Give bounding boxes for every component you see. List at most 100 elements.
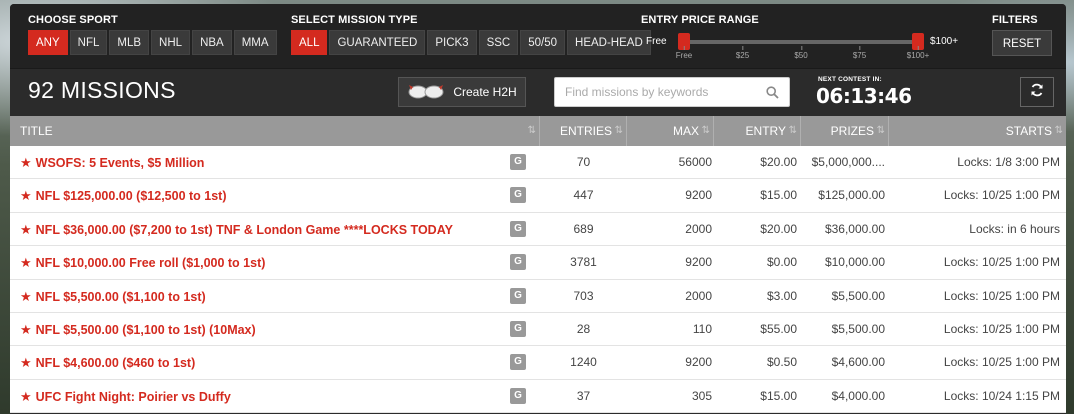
mission-title-cell: ★ UFC Fight Night: Poirier vs Duffy G xyxy=(10,380,540,412)
mission-title-cell: ★ NFL $10,000.00 Free roll ($1,000 to 1st… xyxy=(10,246,540,278)
mission-type-heading: SELECT MISSION TYPE xyxy=(291,14,418,26)
max-cell: 9200 xyxy=(685,188,712,203)
refresh-button[interactable] xyxy=(1020,77,1054,107)
star-icon: ★ xyxy=(20,155,32,170)
g-badge-icon: G xyxy=(510,187,526,204)
table-row[interactable]: ★ UFC Fight Night: Poirier vs Duffy G 37 305… xyxy=(10,379,1066,414)
price-tick-label: $25 xyxy=(735,46,750,60)
star-icon: ★ xyxy=(20,221,32,237)
reset-button[interactable]: RESET xyxy=(992,30,1052,56)
table-row[interactable]: ★ NFL $4,600.00 ($460 to 1st) G 1240 9200 $0.… xyxy=(10,346,1066,380)
max-cell: 9200 xyxy=(685,255,712,270)
entry-fee-cell: $0.00 xyxy=(766,255,797,270)
entries-cell: 28 xyxy=(576,321,591,336)
mission-title-cell: ★ NFL $36,000.00 ($7,200 to 1st) TNF & Lo… xyxy=(10,213,540,245)
lobby-panel: CHOOSE SPORT ANY NFL MLB NHL NBA MMA SELECT M… xyxy=(10,4,1066,414)
g-badge-icon: G xyxy=(510,287,526,304)
star-icon: ★ xyxy=(20,355,32,371)
max-cell: 305 xyxy=(691,388,712,403)
prizes-cell: $5,500.00 xyxy=(831,288,885,303)
slider-track[interactable]: Free $25 $50 $75 $100+ xyxy=(676,33,929,60)
mission-type-all[interactable]: ALL xyxy=(291,30,328,55)
sort-icon: ⇅ xyxy=(788,125,797,136)
entry-fee-cell: $55.00 xyxy=(760,321,797,336)
sport-filter-mlb[interactable]: MLB xyxy=(109,30,150,55)
starts-cell: Locks: in 6 hours xyxy=(969,221,1060,236)
max-cell: 2000 xyxy=(685,221,712,236)
mission-type-buttons: ALL GUARANTEED PICK3 SSC 50/50 HEAD-HEAD xyxy=(291,30,651,55)
mission-type-pick3[interactable]: PICK3 xyxy=(427,30,477,55)
search-box xyxy=(554,77,790,107)
column-starts[interactable]: STARTS ⇅ xyxy=(889,116,1066,146)
entries-cell: 447 xyxy=(573,188,594,203)
g-badge-icon: G xyxy=(510,387,526,404)
entries-cell: 689 xyxy=(573,221,594,236)
starts-cell: Locks: 10/25 1:00 PM xyxy=(943,288,1060,303)
mission-title-link[interactable]: NFL $36,000.00 ($7,200 to 1st) TNF & Lon… xyxy=(36,223,453,237)
entry-fee-cell: $15.00 xyxy=(760,188,797,203)
column-max[interactable]: MAX ⇅ xyxy=(627,116,714,146)
entry-fee-cell: $0.50 xyxy=(766,355,797,370)
create-h2h-label: Create H2H xyxy=(453,85,517,99)
price-range-group: ENTRY PRICE RANGE Free Free $25 $50 $75 $100… xyxy=(641,14,968,66)
price-range-heading: ENTRY PRICE RANGE xyxy=(641,14,759,26)
sort-icon: ⇅ xyxy=(701,125,710,136)
table-row[interactable]: ★ NFL $5,500.00 ($1,100 to 1st) G 703 2000 $3… xyxy=(10,279,1066,313)
mission-title-cell: ★ NFL $5,500.00 ($1,100 to 1st) G xyxy=(10,280,540,312)
table-row[interactable]: ★ WSOFS: 5 Events, $5 Million G 70 56000 $20.… xyxy=(10,146,1066,180)
column-entries[interactable]: ENTRIES ⇅ xyxy=(540,116,627,146)
entries-cell: 37 xyxy=(576,388,591,403)
sport-filter-nhl[interactable]: NHL xyxy=(151,30,191,55)
search-input[interactable] xyxy=(555,78,755,106)
column-prizes[interactable]: PRIZES ⇅ xyxy=(801,116,889,146)
mission-type-50-50[interactable]: 50/50 xyxy=(520,30,566,55)
entry-fee-cell: $15.00 xyxy=(760,388,797,403)
sport-filter-nba[interactable]: NBA xyxy=(192,30,232,55)
price-tick-label: $50 xyxy=(794,46,808,60)
column-title[interactable]: TITLE ⇅ xyxy=(10,116,540,146)
starts-cell: Locks: 10/25 1:00 PM xyxy=(943,321,1060,336)
table-row[interactable]: ★ NFL $10,000.00 Free roll ($1,000 to 1st… xyxy=(10,246,1066,280)
table-row[interactable]: ★ NFL $36,000.00 ($7,200 to 1st) TNF & Lo… xyxy=(10,212,1066,247)
mission-title-link[interactable]: NFL $10,000.00 Free roll ($1,000 to 1st) xyxy=(36,256,266,270)
sport-filter-mma[interactable]: MMA xyxy=(233,30,277,55)
mission-title-link[interactable]: UFC Fight Night: Poirier vs Duffy xyxy=(36,390,231,404)
g-badge-icon: G xyxy=(510,154,526,170)
entry-fee-cell: $20.00 xyxy=(760,155,797,169)
starts-cell: Locks: 10/25 1:00 PM xyxy=(943,188,1060,203)
mission-title-link[interactable]: WSOFS: 5 Events, $5 Million xyxy=(36,156,205,170)
table-row[interactable]: ★ NFL $5,500.00 ($1,100 to 1st) (10Max) G 2… xyxy=(10,312,1066,347)
mission-title-cell: ★ WSOFS: 5 Events, $5 Million G xyxy=(10,146,540,178)
mission-type-guaranteed[interactable]: GUARANTEED xyxy=(329,30,426,55)
entry-fee-cell: $3.00 xyxy=(766,288,797,303)
star-icon: ★ xyxy=(20,321,32,337)
prizes-cell: $5,500.00 xyxy=(831,321,885,336)
sport-filter-nfl[interactable]: NFL xyxy=(69,30,108,55)
mission-title-link[interactable]: NFL $5,500.00 ($1,100 to 1st) xyxy=(36,290,206,304)
table-row[interactable]: ★ NFL $125,000.00 ($12,500 to 1st) G 447 920… xyxy=(10,179,1066,213)
mission-type-ssc[interactable]: SSC xyxy=(478,30,519,55)
price-max-label: $100+ xyxy=(930,36,959,47)
missions-count-title: 92 MISSIONS xyxy=(28,77,176,103)
filters-heading: FILTERS xyxy=(992,14,1038,26)
sport-filter-heading: CHOOSE SPORT xyxy=(28,14,118,26)
mission-title-link[interactable]: NFL $4,600.00 ($460 to 1st) xyxy=(36,356,196,370)
magnifier-icon[interactable] xyxy=(766,86,779,104)
max-cell: 9200 xyxy=(685,355,712,370)
create-h2h-button[interactable]: Create H2H xyxy=(398,77,526,107)
prizes-cell: $10,000.00 xyxy=(824,255,885,270)
column-entry[interactable]: ENTRY ⇅ xyxy=(714,116,801,146)
sort-icon: ⇅ xyxy=(1054,125,1063,136)
boxing-gloves-icon xyxy=(407,83,445,102)
mission-title-link[interactable]: NFL $5,500.00 ($1,100 to 1st) (10Max) xyxy=(36,323,256,337)
star-icon: ★ xyxy=(20,255,32,271)
refresh-icon xyxy=(1030,83,1044,102)
mission-title-link[interactable]: NFL $125,000.00 ($12,500 to 1st) xyxy=(36,189,227,203)
sort-icon: ⇅ xyxy=(876,125,885,136)
entries-cell: 703 xyxy=(573,288,594,303)
entry-fee-cell: $20.00 xyxy=(760,221,797,236)
sport-filter-any[interactable]: ANY xyxy=(28,30,68,55)
starts-cell: Locks: 10/25 1:00 PM xyxy=(943,255,1060,270)
price-min-label: Free xyxy=(646,36,667,47)
g-badge-icon: G xyxy=(510,254,526,271)
